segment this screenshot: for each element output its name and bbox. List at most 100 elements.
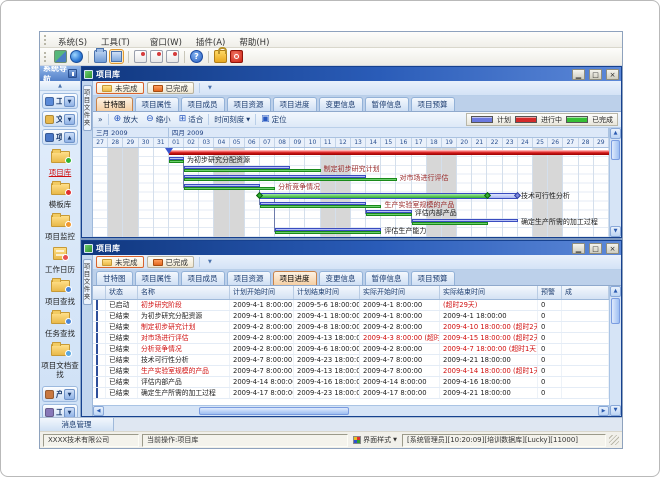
exit-icon[interactable] — [230, 50, 243, 63]
table-row[interactable]: 已结束评估内部产品2009-4-14 8:00:002009-4-16 18:0… — [93, 377, 609, 388]
tab-1[interactable]: 项目属性 — [135, 271, 179, 285]
sidebar-group-2[interactable]: 项目管理▲ — [42, 129, 78, 145]
tab-4[interactable]: 项目进度 — [273, 97, 317, 111]
tab-7[interactable]: 项目预算 — [411, 271, 455, 285]
column-header-1[interactable]: 状态 — [106, 286, 138, 299]
table-row[interactable]: 已结束技术可行性分析2009-4-7 8:00:002009-4-23 18:0… — [93, 355, 609, 366]
done-bar[interactable] — [366, 213, 412, 216]
tab-3[interactable]: 项目资源 — [227, 97, 271, 111]
globe-icon[interactable] — [70, 50, 83, 63]
tab-1[interactable]: 项目属性 — [135, 97, 179, 111]
tab-5[interactable]: 变更信息 — [319, 271, 363, 285]
done-bar[interactable] — [184, 187, 275, 190]
restore-button[interactable]: □ — [589, 69, 602, 80]
column-header-2[interactable]: 名称 — [138, 286, 230, 299]
minimize-button[interactable]: ▁ — [572, 69, 585, 80]
column-header-8[interactable]: 成 — [562, 286, 609, 299]
tab-2[interactable]: 项目成员 — [181, 97, 225, 111]
pin-icon[interactable] — [68, 69, 77, 78]
scroll-up-button[interactable]: ▲ — [610, 128, 621, 139]
report-icon-1[interactable] — [134, 50, 147, 63]
summary-task-bar[interactable] — [260, 193, 518, 199]
scroll-down-button[interactable]: ▼ — [610, 405, 621, 416]
filter-tab-0[interactable]: 未完成 — [96, 256, 144, 268]
help-icon[interactable]: ? — [190, 50, 203, 63]
tab-3[interactable]: 项目资源 — [227, 271, 271, 285]
lock-icon[interactable] — [214, 50, 227, 63]
column-header-5[interactable]: 实际开始时间 — [360, 286, 440, 299]
sidebar-item-5[interactable]: 任务查找 — [40, 309, 80, 338]
table-row[interactable]: 已结束制定初步研究计划2009-4-2 8:00:002009-4-8 18:0… — [93, 322, 609, 333]
table-horizontal-scrollbar[interactable]: ◀ ▶ — [93, 405, 609, 416]
project-folder-side-tab[interactable]: 项目文件夹 — [83, 259, 92, 305]
tab-6[interactable]: 暂停信息 — [365, 97, 409, 111]
scroll-left-button[interactable]: ◀ — [93, 406, 104, 416]
folder-open-icon[interactable] — [110, 50, 123, 63]
done-bar[interactable] — [275, 231, 381, 234]
table-vertical-scrollbar[interactable]: ▲ ▼ — [609, 286, 621, 416]
tab-4[interactable]: 项目进度 — [273, 271, 317, 285]
close-button[interactable]: × — [606, 243, 619, 254]
tab-0[interactable]: 甘特图 — [96, 97, 133, 111]
locate-button[interactable]: ▣定位 — [258, 113, 290, 126]
scroll-thumb[interactable] — [611, 298, 620, 324]
sidebar-group-1[interactable]: 文档管理▼ — [42, 111, 78, 127]
done-bar[interactable] — [169, 160, 184, 163]
more-button[interactable]: » — [95, 113, 106, 126]
time-scale-button[interactable]: 时间刻度▼ — [211, 113, 253, 126]
column-header-7[interactable]: 预警 — [538, 286, 562, 299]
done-bar[interactable] — [184, 169, 321, 172]
tab-7[interactable]: 项目预算 — [411, 97, 455, 111]
folder-closed-icon[interactable] — [94, 50, 107, 63]
gantt-vertical-scrollbar[interactable]: ▲ ▼ — [609, 128, 621, 237]
sidebar-group-0[interactable]: 工作管理▼ — [42, 93, 78, 109]
chevron-down-icon[interactable]: ▼ — [64, 389, 75, 400]
zoom-in-button[interactable]: ⊕放大 — [111, 113, 142, 126]
filter-overflow-button[interactable]: ▼ — [205, 259, 215, 265]
message-management-tab[interactable]: 消息管理 — [40, 418, 114, 431]
table-row[interactable]: 已结束分析竞争情况2009-4-2 8:00:002009-4-6 18:00:… — [93, 344, 609, 355]
sidebar-group-4[interactable]: 工艺管理▼ — [42, 404, 78, 417]
close-button[interactable]: × — [606, 69, 619, 80]
chevron-down-icon[interactable]: ▼ — [64, 407, 75, 418]
scroll-down-button[interactable]: ▼ — [610, 226, 621, 237]
done-bar[interactable] — [260, 205, 381, 208]
zoom-out-button[interactable]: ⊖缩小 — [143, 113, 174, 126]
restore-button[interactable]: □ — [589, 243, 602, 254]
interface-style-button[interactable]: 界面样式 ▼ — [351, 435, 399, 445]
tab-0[interactable]: 甘特图 — [96, 271, 133, 285]
table-row[interactable]: 已结束为初步研究分配资源2009-4-1 8:00:002009-4-1 18:… — [93, 311, 609, 322]
resize-grip[interactable] — [609, 435, 619, 445]
tab-5[interactable]: 变更信息 — [319, 97, 363, 111]
column-header-6[interactable]: 实际结束时间 — [440, 286, 538, 299]
table-row[interactable]: 已结束生产实验室规模的产品2009-4-7 8:00:002009-4-13 1… — [93, 366, 609, 377]
done-bar[interactable] — [184, 178, 396, 181]
column-header-0[interactable] — [93, 286, 106, 299]
project-folder-side-tab[interactable]: 项目文件夹 — [83, 85, 92, 131]
chevron-down-icon[interactable]: ▼ — [64, 96, 75, 107]
sidebar-item-0[interactable]: 项目库 — [40, 148, 80, 177]
scroll-right-button[interactable]: ▶ — [598, 406, 609, 416]
report-icon-2[interactable] — [150, 50, 163, 63]
done-bar[interactable] — [412, 222, 488, 225]
scroll-thumb[interactable] — [611, 140, 620, 160]
filter-tab-1[interactable]: 已完成 — [147, 256, 195, 268]
column-header-4[interactable]: 计划结束时间 — [294, 286, 360, 299]
sidebar-collapse-button[interactable]: ▲ — [40, 81, 80, 91]
minimize-button[interactable]: ▁ — [572, 243, 585, 254]
filter-tab-1[interactable]: 已完成 — [147, 82, 195, 94]
current-progress-bar[interactable] — [169, 150, 609, 155]
sidebar-item-4[interactable]: 项目查找 — [40, 277, 80, 306]
filter-overflow-button[interactable]: ▼ — [205, 85, 215, 91]
filter-tab-0[interactable]: 未完成 — [96, 82, 144, 94]
chevron-down-icon[interactable]: ▼ — [64, 114, 75, 125]
table-row[interactable]: 已启动初步研究阶段2009-4-1 8:00:002009-5-6 18:00:… — [93, 300, 609, 311]
app-icon[interactable] — [54, 50, 67, 63]
scroll-up-button[interactable]: ▲ — [610, 286, 621, 297]
sidebar-item-3[interactable]: 工作日历 — [40, 244, 80, 274]
scroll-thumb[interactable] — [199, 407, 349, 415]
tab-6[interactable]: 暂停信息 — [365, 271, 409, 285]
chevron-up-icon[interactable]: ▲ — [64, 132, 75, 143]
sidebar-group-3[interactable]: 产品管理▼ — [42, 386, 78, 402]
column-header-3[interactable]: 计划开始时间 — [230, 286, 294, 299]
